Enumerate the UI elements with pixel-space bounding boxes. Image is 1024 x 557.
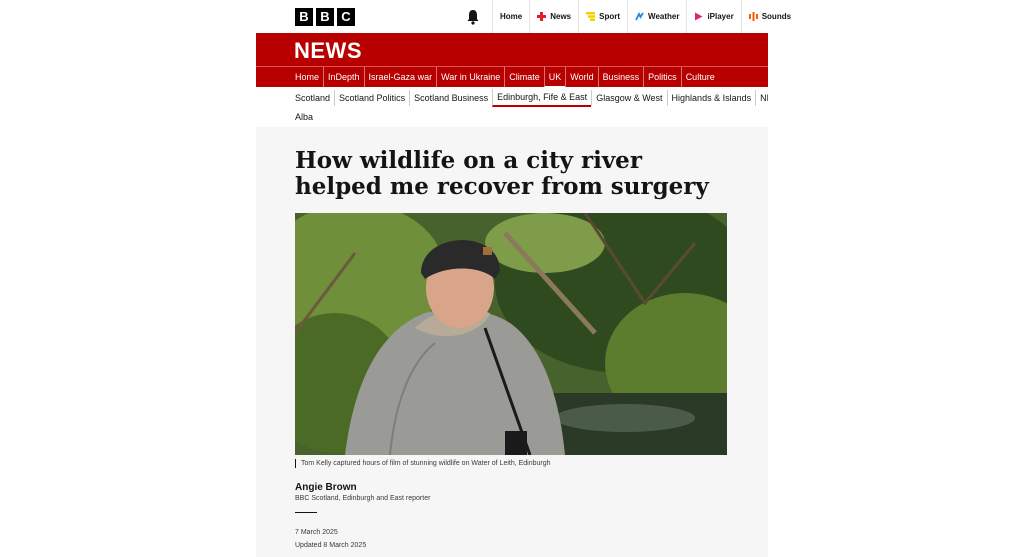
logo-letter-b2: B xyxy=(316,8,334,26)
page: B B C Home News Sport Weather iPlayer So… xyxy=(0,0,1024,557)
main-nav-business[interactable]: Business xyxy=(597,66,644,88)
main-nav-politics[interactable]: Politics xyxy=(643,66,681,88)
logo-letter-c: C xyxy=(337,8,355,26)
notifications-bell-icon[interactable] xyxy=(466,9,480,25)
main-nav-indepth[interactable]: InDepth xyxy=(323,66,364,88)
iplayer-icon xyxy=(695,12,703,21)
global-nav-weather[interactable]: Weather xyxy=(627,0,686,33)
global-nav-news-label: News xyxy=(550,12,572,21)
news-banner: NEWS Home InDepth Israel-Gaza war War in… xyxy=(256,33,768,88)
main-nav-home[interactable]: Home xyxy=(295,67,323,88)
global-nav-sounds[interactable]: Sounds xyxy=(740,0,798,33)
main-nav-uk[interactable]: UK xyxy=(543,66,566,88)
content-column: B B C Home News Sport Weather iPlayer So… xyxy=(256,0,791,557)
author-name[interactable]: Angie Brown xyxy=(295,482,357,493)
sub-nav-scotland-business[interactable]: Scotland Business xyxy=(409,90,492,106)
main-nav-climate[interactable]: Climate xyxy=(504,66,544,88)
global-nav-news[interactable]: News xyxy=(529,0,578,33)
byline-divider xyxy=(295,512,317,513)
sub-nav: Scotland Scotland Politics Scotland Busi… xyxy=(295,89,768,107)
sub-nav-highlands-islands[interactable]: Highlands & Islands xyxy=(666,90,756,106)
sounds-icon xyxy=(748,12,758,21)
global-nav-weather-label: Weather xyxy=(648,12,680,21)
global-nav-sounds-label: Sounds xyxy=(761,12,792,21)
sub-nav-alba[interactable]: Alba xyxy=(295,112,313,122)
global-header: B B C Home News Sport Weather iPlayer So… xyxy=(256,0,791,33)
article-hero-image xyxy=(295,213,727,455)
sub-nav-ne-orkney[interactable]: NE, Orkney & Shetland xyxy=(755,90,768,106)
global-nav-home-label: Home xyxy=(500,12,523,21)
sport-icon xyxy=(586,12,596,21)
sub-nav-scotland[interactable]: Scotland xyxy=(295,90,334,106)
main-nav-world[interactable]: World xyxy=(565,66,597,88)
sub-nav-edinburgh-fife-east[interactable]: Edinburgh, Fife & East xyxy=(492,89,592,107)
global-nav-sport[interactable]: Sport xyxy=(578,0,627,33)
global-nav-iplayer[interactable]: iPlayer xyxy=(686,0,740,33)
main-nav: Home InDepth Israel-Gaza war War in Ukra… xyxy=(256,66,768,88)
section-title[interactable]: NEWS xyxy=(294,38,362,64)
sub-nav-scotland-politics[interactable]: Scotland Politics xyxy=(334,90,409,106)
bbc-logo[interactable]: B B C xyxy=(295,8,355,26)
global-nav-iplayer-label: iPlayer xyxy=(707,12,734,21)
article: How wildlife on a city river helped me r… xyxy=(256,127,768,557)
logo-letter-b1: B xyxy=(295,8,313,26)
main-nav-culture[interactable]: Culture xyxy=(680,66,719,88)
global-nav: Home News Sport Weather iPlayer Sounds xyxy=(492,0,798,33)
main-nav-israel-gaza[interactable]: Israel-Gaza war xyxy=(363,66,437,88)
updated-date: Updated 8 March 2025 xyxy=(295,542,367,549)
news-icon xyxy=(537,12,547,21)
global-nav-home[interactable]: Home xyxy=(492,0,529,33)
main-nav-ukraine[interactable]: War in Ukraine xyxy=(436,66,504,88)
author-role: BBC Scotland, Edinburgh and East reporte… xyxy=(295,495,431,502)
sub-nav-glasgow-west[interactable]: Glasgow & West xyxy=(591,90,666,106)
weather-icon xyxy=(635,12,644,21)
article-headline: How wildlife on a city river helped me r… xyxy=(295,147,709,200)
image-caption: Tom Kelly captured hours of film of stun… xyxy=(295,459,551,468)
published-date: 7 March 2025 xyxy=(295,529,338,536)
global-nav-sport-label: Sport xyxy=(599,12,621,21)
